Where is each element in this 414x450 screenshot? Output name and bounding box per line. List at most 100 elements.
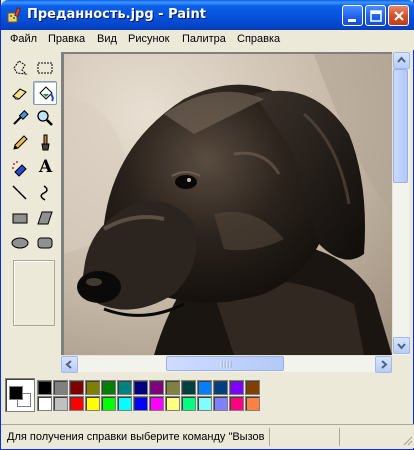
menu-bar: Файл Правка Вид Рисунок Палитра Справка — [1, 30, 414, 50]
ellipse-icon — [11, 237, 29, 249]
window-title: Преданность.jpg - Paint — [27, 7, 206, 22]
palette-swatch[interactable] — [229, 396, 244, 411]
close-button[interactable] — [388, 5, 409, 26]
vertical-scroll-thumb[interactable] — [393, 69, 408, 183]
maximize-button[interactable] — [365, 5, 386, 26]
tool-magnifier[interactable] — [33, 106, 57, 130]
fill-icon — [39, 86, 54, 102]
menu-help[interactable]: Справка — [237, 33, 280, 45]
tool-eraser[interactable] — [8, 81, 32, 105]
rect-select-icon — [37, 62, 53, 74]
palette-swatch[interactable] — [229, 380, 244, 395]
vertical-scrollbar[interactable] — [392, 52, 410, 355]
resize-grip-icon[interactable] — [401, 434, 413, 446]
palette-swatch[interactable] — [37, 380, 52, 395]
tool-ellipse[interactable] — [8, 231, 32, 255]
tool-rect-select[interactable] — [33, 56, 57, 80]
tool-rectangle[interactable] — [8, 206, 32, 230]
rounded-rect-icon — [37, 237, 53, 249]
maximize-icon — [370, 10, 382, 22]
menu-colors[interactable]: Палитра — [182, 33, 226, 45]
palette-swatch[interactable] — [85, 380, 100, 395]
current-colors[interactable] — [5, 378, 35, 412]
tool-rounded-rect[interactable] — [33, 231, 57, 255]
tool-polygon[interactable] — [33, 206, 57, 230]
tool-brush[interactable] — [33, 131, 57, 155]
tool-options-panel[interactable] — [13, 260, 55, 326]
title-bar[interactable]: Преданность.jpg - Paint — [1, 0, 414, 30]
palette-swatch[interactable] — [197, 396, 212, 411]
palette-swatch[interactable] — [101, 396, 116, 411]
palette-swatch[interactable] — [149, 396, 164, 411]
tool-free-select[interactable] — [8, 56, 32, 80]
palette-swatch[interactable] — [133, 380, 148, 395]
menu-edit[interactable]: Правка — [48, 33, 85, 45]
color-palette — [5, 376, 409, 416]
text-icon: A — [39, 157, 53, 177]
arrow-up-icon — [397, 56, 406, 63]
pencil-icon — [13, 135, 28, 150]
palette-swatch[interactable] — [69, 380, 84, 395]
palette-swatch[interactable] — [181, 380, 196, 395]
arrow-right-icon — [381, 360, 388, 369]
palette-swatch[interactable] — [37, 396, 52, 411]
horizontal-scroll-thumb[interactable] — [166, 356, 284, 371]
palette-swatch[interactable] — [213, 380, 228, 395]
palette-swatch[interactable] — [213, 396, 228, 411]
menu-view[interactable]: Вид — [97, 33, 117, 45]
tool-curve[interactable] — [33, 181, 57, 205]
dog-image — [64, 54, 392, 355]
palette-swatch[interactable] — [117, 396, 132, 411]
minimize-icon — [348, 19, 356, 22]
status-text: Для получения справки выберите команду "… — [7, 431, 265, 443]
tool-color-picker[interactable] — [8, 106, 32, 130]
tool-pencil[interactable] — [8, 131, 32, 155]
brush-icon — [41, 134, 50, 151]
rectangle-icon — [12, 213, 28, 224]
paint-window: Преданность.jpg - Paint Файл Правка Вид … — [0, 0, 414, 450]
palette-swatch[interactable] — [245, 396, 260, 411]
palette-swatch[interactable] — [117, 380, 132, 395]
free-select-icon — [13, 60, 28, 75]
palette-swatch[interactable] — [85, 396, 100, 411]
status-panel-position — [269, 428, 339, 446]
palette-swatch[interactable] — [165, 396, 180, 411]
palette-swatch[interactable] — [165, 380, 180, 395]
tool-text[interactable]: A — [33, 156, 57, 180]
palette-swatch[interactable] — [101, 380, 116, 395]
scrollbar-corner — [392, 355, 409, 372]
tool-airbrush[interactable] — [8, 156, 32, 180]
tool-fill[interactable] — [33, 81, 57, 105]
palette-swatch[interactable] — [69, 396, 84, 411]
menu-image[interactable]: Рисунок — [128, 33, 170, 45]
grip-icon — [220, 361, 232, 368]
tool-line[interactable] — [8, 181, 32, 205]
dog-photo[interactable] — [64, 54, 392, 355]
palette-swatch[interactable] — [197, 380, 212, 395]
palette-swatch[interactable] — [181, 396, 196, 411]
paint-app-icon — [7, 7, 21, 23]
scroll-down-button[interactable] — [393, 337, 410, 354]
horizontal-scrollbar[interactable] — [61, 355, 392, 373]
arrow-left-icon — [65, 360, 72, 369]
palette-swatch[interactable] — [53, 380, 68, 395]
palette-swatch[interactable] — [149, 380, 164, 395]
tool-box: A — [5, 54, 59, 332]
close-icon — [394, 11, 404, 21]
palette-swatch[interactable] — [133, 396, 148, 411]
color-picker-icon — [13, 110, 29, 125]
airbrush-icon — [12, 161, 27, 177]
minimize-button[interactable] — [342, 5, 363, 26]
scroll-left-button[interactable] — [61, 356, 78, 373]
foreground-color-swatch[interactable] — [9, 386, 23, 400]
scroll-up-button[interactable] — [393, 52, 410, 69]
curve-icon — [40, 185, 48, 201]
scroll-right-button[interactable] — [375, 356, 392, 373]
eraser-icon — [12, 88, 27, 100]
polygon-icon — [37, 211, 53, 225]
menu-file[interactable]: Файл — [10, 33, 37, 45]
status-bar: Для получения справки выберите команду "… — [1, 424, 414, 448]
arrow-down-icon — [397, 343, 406, 350]
palette-swatch[interactable] — [245, 380, 260, 395]
palette-swatch[interactable] — [53, 396, 68, 411]
